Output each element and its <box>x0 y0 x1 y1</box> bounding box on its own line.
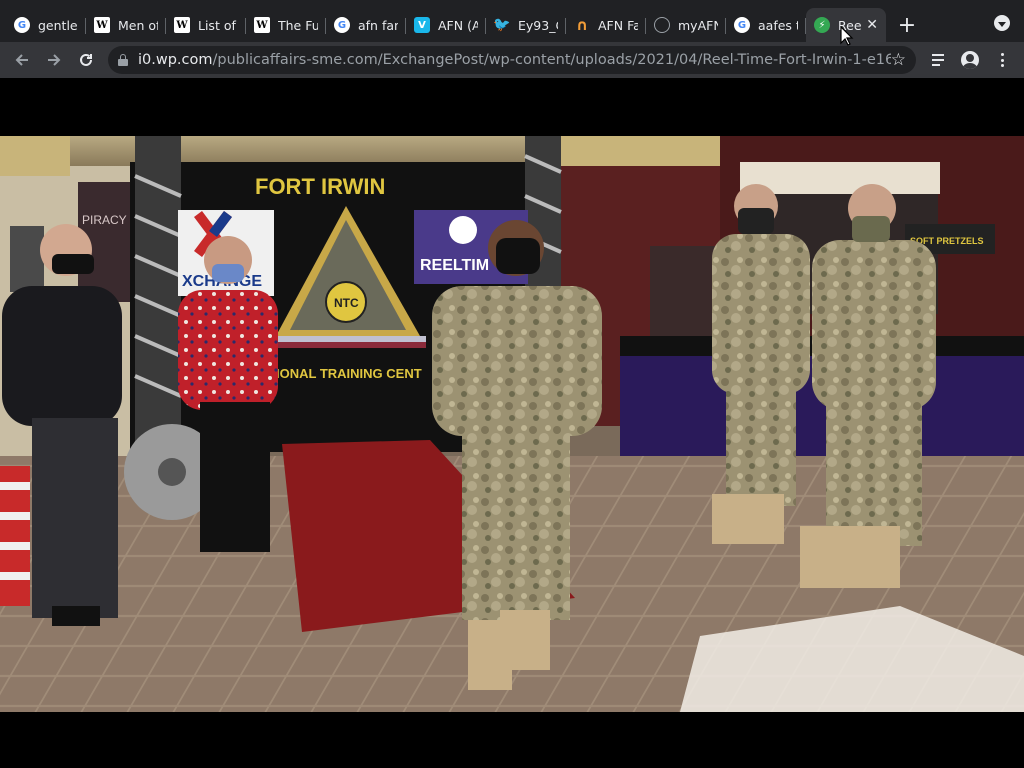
back-button[interactable] <box>6 44 38 76</box>
forward-button[interactable] <box>38 44 70 76</box>
url-path: /publicaffairs-sme.com/ExchangePost/wp-c… <box>212 52 891 68</box>
reload-icon <box>80 53 92 66</box>
tab-title: AFN (A <box>438 17 478 33</box>
media-playlist-icon <box>932 54 944 66</box>
event-photo: PIRACY FORT IRWIN XCHANGE REELTIM NT <box>0 136 1024 712</box>
address-bar[interactable]: i0.wp.com/publicaffairs-sme.com/Exchange… <box>108 46 916 74</box>
tab-title: myAFN <box>678 17 718 33</box>
banner-bottom-text: IONAL TRAINING CENT <box>276 366 422 381</box>
tab-title: aafes t <box>758 17 798 33</box>
browser-toolbar: i0.wp.com/publicaffairs-sme.com/Exchange… <box>0 42 1024 78</box>
tab-7[interactable]: ∩ AFN Fa <box>566 8 646 42</box>
photo-scene: PIRACY FORT IRWIN XCHANGE REELTIM NT <box>0 136 1024 712</box>
green-leaf-icon: ⚡ <box>814 17 830 33</box>
reload-button[interactable] <box>70 44 102 76</box>
tab-title: Men of <box>118 17 158 33</box>
ntc-badge: NTC <box>334 296 359 310</box>
tab-4[interactable]: Gafn fam <box>326 8 406 42</box>
url-text[interactable]: i0.wp.com/publicaffairs-sme.com/Exchange… <box>138 52 891 68</box>
tab-1[interactable]: W Men of <box>86 8 166 42</box>
lock-icon <box>118 54 128 66</box>
tab-title: Ey93_C <box>518 17 558 33</box>
tab-title: afn fam <box>358 17 398 33</box>
bookmark-star-icon[interactable]: ☆ <box>891 50 906 70</box>
banner-title: FORT IRWIN <box>255 174 385 199</box>
tab-title: AFN Fa <box>598 17 638 33</box>
close-tab-icon[interactable]: ✕ <box>866 17 878 33</box>
tab-strip: GgentlemWMen ofWList ofWThe FuGafn famVA… <box>0 0 1024 42</box>
mouse-cursor-icon <box>840 26 854 46</box>
vimeo-icon: V <box>414 17 430 33</box>
wikipedia-icon: W <box>94 17 110 33</box>
tab-9[interactable]: Gaafes t <box>726 8 806 42</box>
tab-title: The Fu <box>278 17 318 33</box>
google-icon: G <box>334 17 350 33</box>
arrow-right-icon <box>48 54 61 66</box>
profile-button[interactable] <box>954 44 986 76</box>
tab-6[interactable]: 🐦 Ey93_C <box>486 8 566 42</box>
tab-list: GgentlemWMen ofWList ofWThe FuGafn famVA… <box>6 8 886 42</box>
wikipedia-icon: W <box>174 17 190 33</box>
tab-3[interactable]: W The Fu <box>246 8 326 42</box>
globe-icon <box>654 17 670 33</box>
afn-icon: ∩ <box>575 16 589 34</box>
twitter-icon: 🐦 <box>493 17 511 33</box>
chevron-down-icon <box>998 21 1006 27</box>
tab-0[interactable]: Ggentlem <box>6 8 86 42</box>
tab-5[interactable]: V AFN (A <box>406 8 486 42</box>
new-tab-button[interactable]: + <box>890 8 924 42</box>
media-control-button[interactable] <box>922 44 954 76</box>
tab-2[interactable]: W List of <box>166 8 246 42</box>
url-host: i0.wp.com <box>138 52 213 68</box>
browser-menu-button[interactable] <box>986 44 1018 76</box>
google-icon: G <box>14 17 30 33</box>
piracy-sign: PIRACY <box>82 213 127 227</box>
google-icon: G <box>734 17 750 33</box>
page-viewport: PIRACY FORT IRWIN XCHANGE REELTIM NT <box>0 78 1024 768</box>
wikipedia-icon: W <box>254 17 270 33</box>
arrow-left-icon <box>15 54 28 66</box>
reeltime-logo: REELTIM <box>420 257 489 274</box>
kebab-menu-icon <box>1000 53 1004 67</box>
tab-search-button[interactable] <box>994 15 1010 31</box>
tab-title: List of <box>198 17 236 33</box>
tab-title: gentlem <box>38 17 78 33</box>
avatar-icon <box>961 51 979 69</box>
tab-8[interactable]: myAFN <box>646 8 726 42</box>
